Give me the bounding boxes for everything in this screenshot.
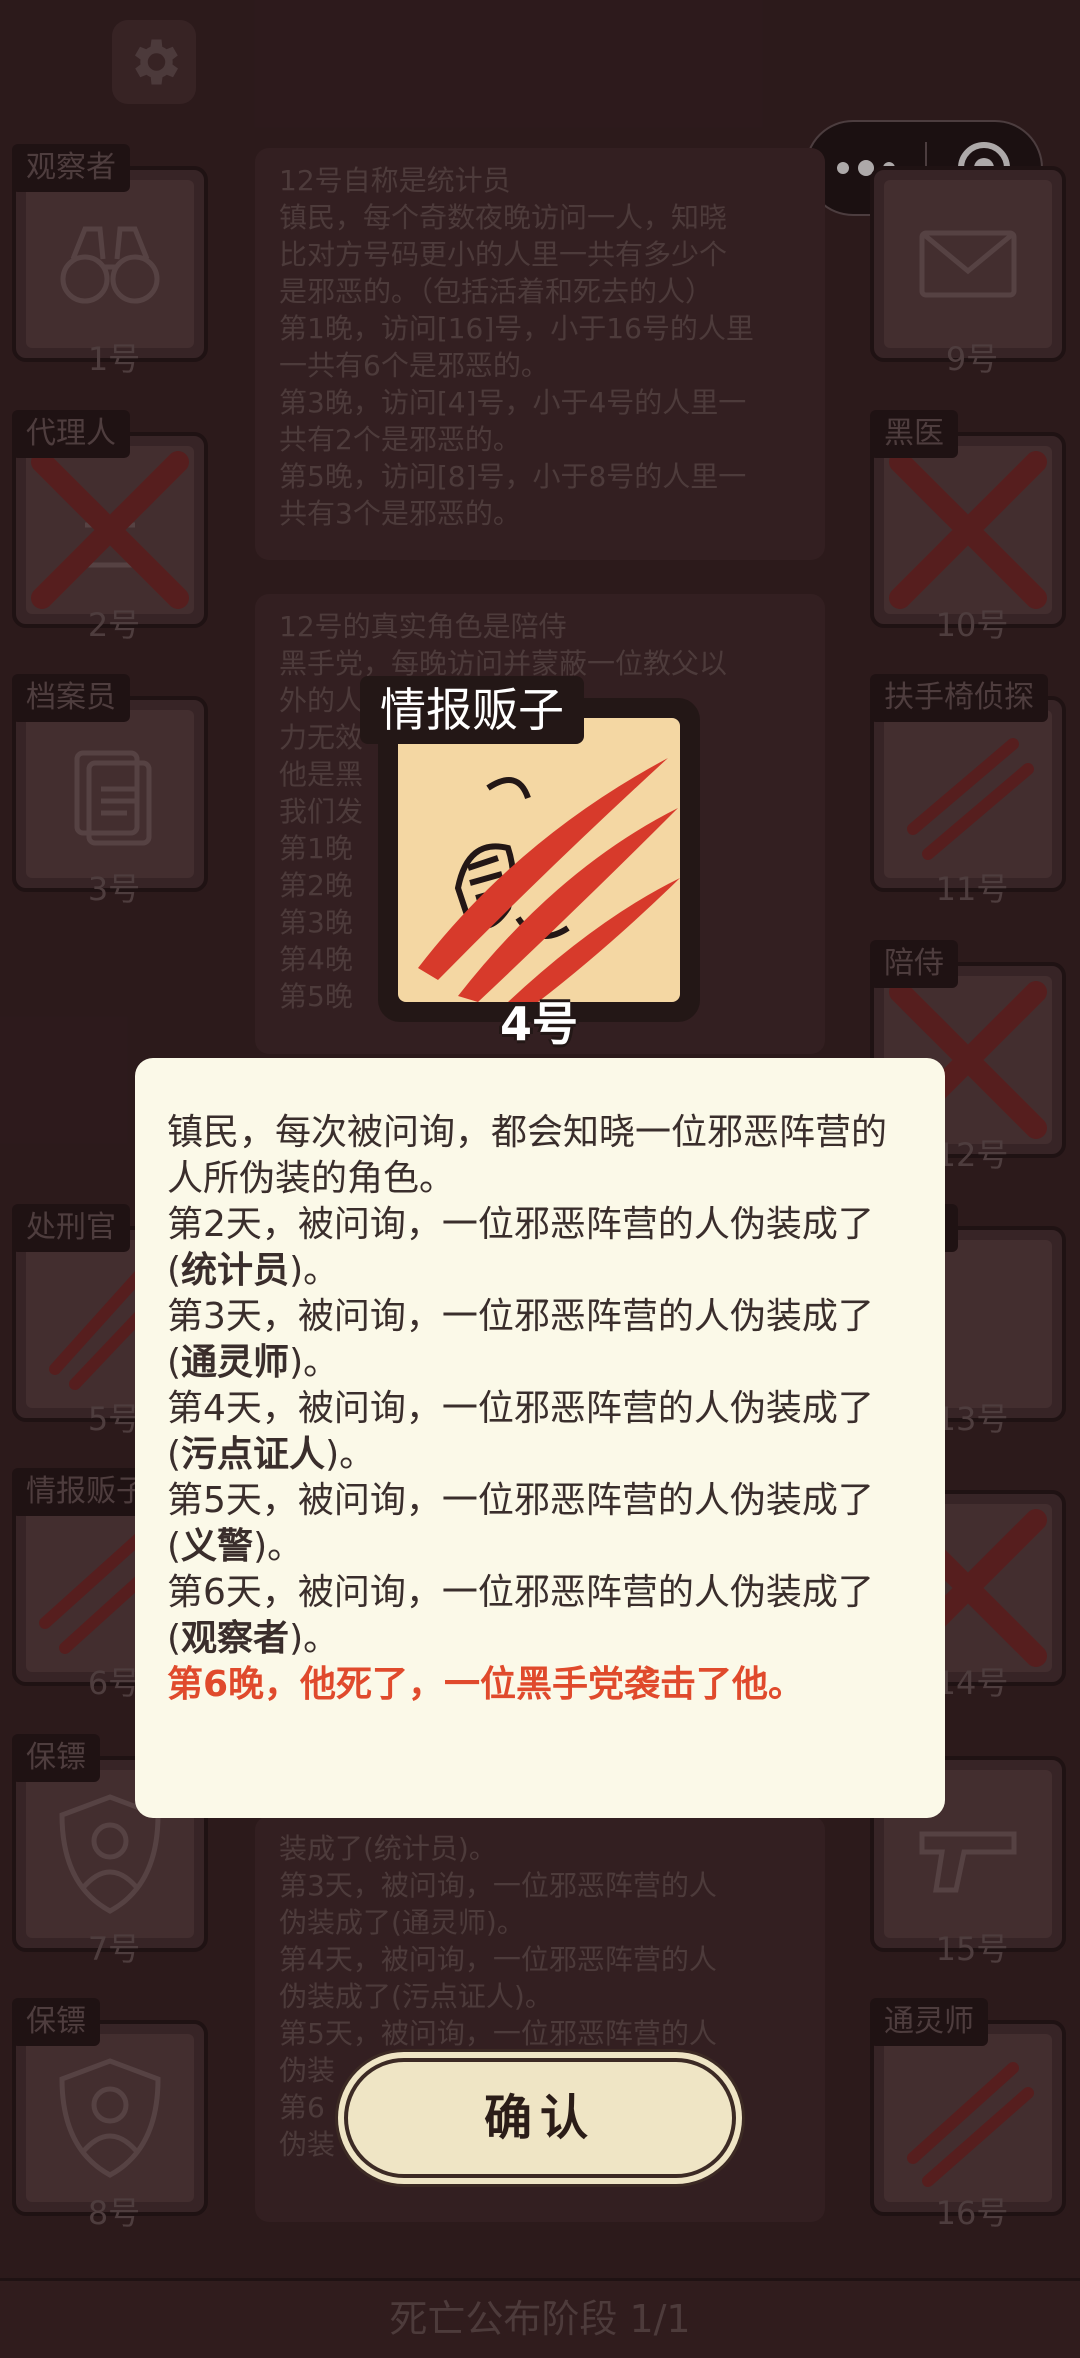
dialog-entry: 第2天，被问询，一位邪恶阵营的人伪装成了(统计员)。 <box>167 1204 874 1291</box>
role-card-title: 情报贩子 <box>360 676 584 744</box>
confirm-button[interactable]: 确认 <box>344 2058 736 2178</box>
disguised-role: 污点证人 <box>181 1434 326 1475</box>
dialog-entry: 第6天，被问询，一位邪恶阵营的人伪装成了(观察者)。 <box>167 1572 874 1659</box>
disguised-role: 观察者 <box>181 1618 290 1659</box>
dialog-intro: 镇民，每次被问询，都会知晓一位邪恶阵营的人所伪装的角色。 <box>167 1112 888 1199</box>
death-note: 第6晚，他死了，一位黑手党袭击了他。 <box>167 1664 805 1705</box>
role-info-dialog: 镇民，每次被问询，都会知晓一位邪恶阵营的人所伪装的角色。 第2天，被问询，一位邪… <box>135 1058 945 1818</box>
informant-claw-icon <box>418 758 680 1002</box>
disguised-role: 通灵师 <box>181 1342 290 1383</box>
role-card: 情报贩子 4号 <box>360 676 700 1051</box>
disguised-role: 义警 <box>181 1526 254 1567</box>
role-card-art <box>398 718 680 1002</box>
role-card-seat: 4号 <box>499 997 578 1051</box>
dialog-entry: 第3天，被问询，一位邪恶阵营的人伪装成了(通灵师)。 <box>167 1296 874 1383</box>
disguised-role: 统计员 <box>181 1250 290 1291</box>
dialog-entry: 第5天，被问询，一位邪恶阵营的人伪装成了(义警)。 <box>167 1480 874 1567</box>
dialog-entry: 第4天，被问询，一位邪恶阵营的人伪装成了(污点证人)。 <box>167 1388 874 1475</box>
